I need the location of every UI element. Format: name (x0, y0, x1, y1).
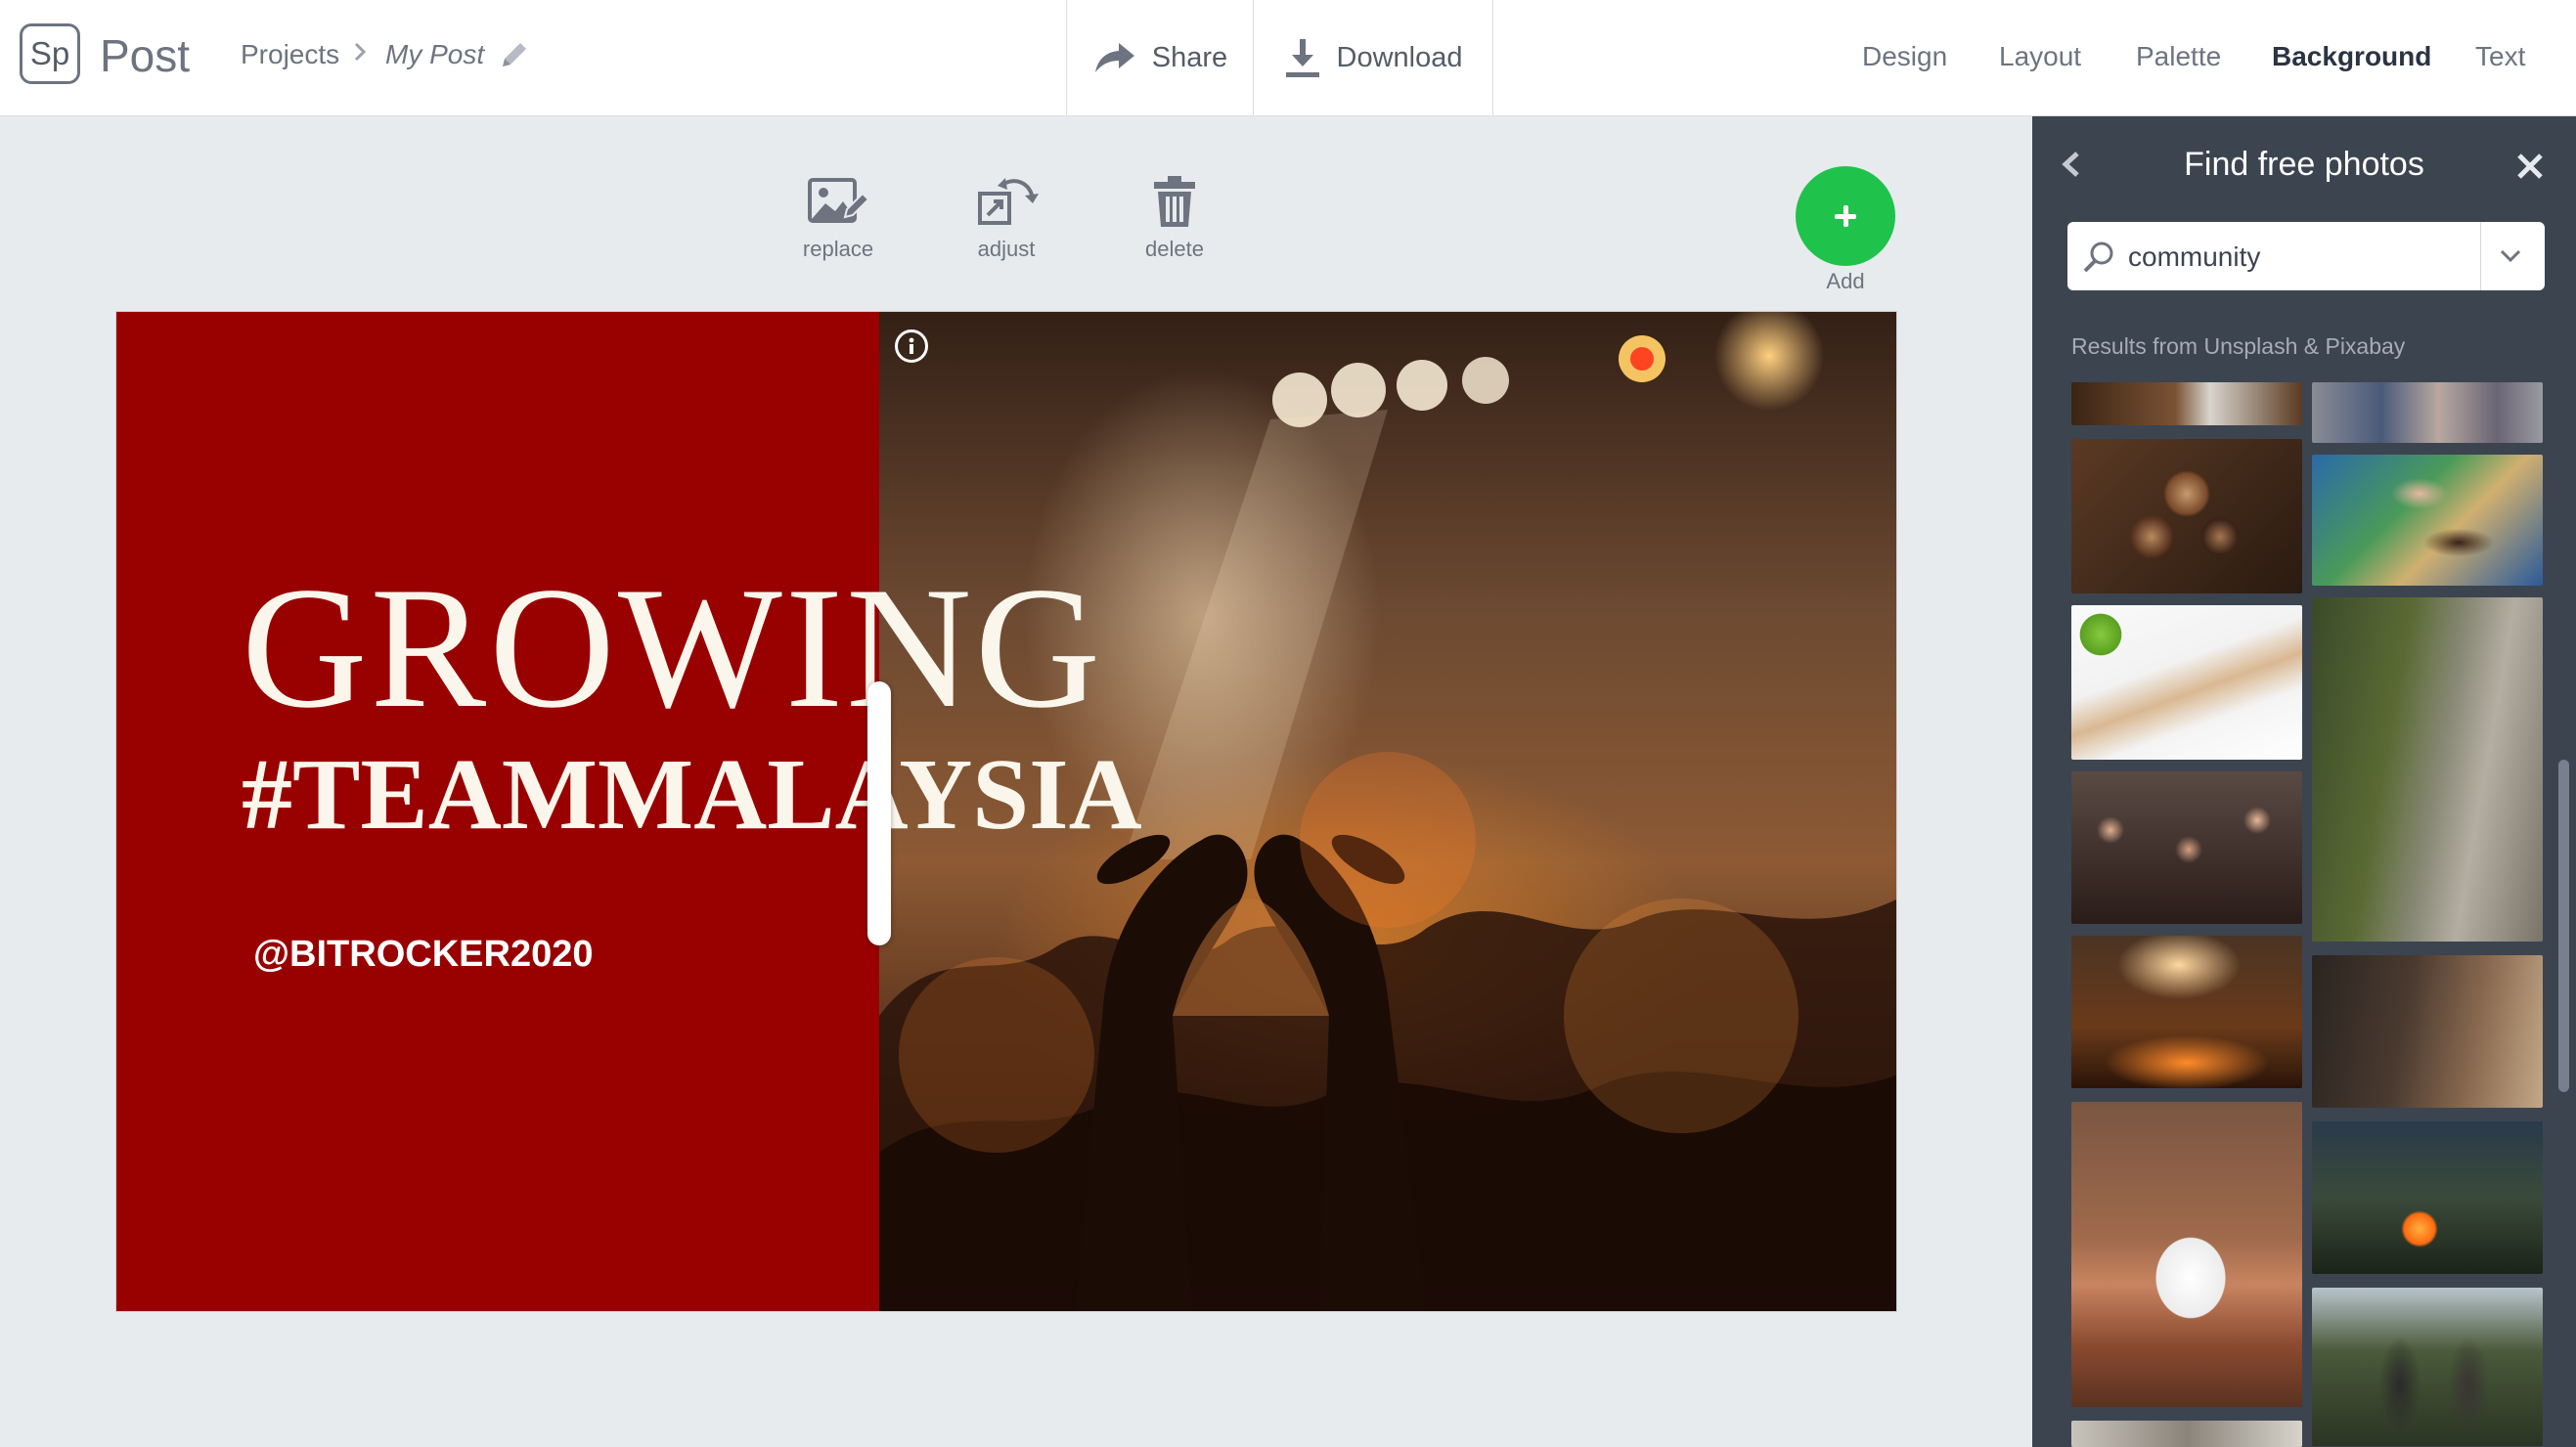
search-icon (2083, 241, 2113, 273)
coffee-cups-photo[interactable] (2071, 439, 2302, 593)
panel-title: Find free photos (2184, 146, 2424, 183)
share-icon (1094, 43, 1134, 72)
results-source-label: Results from Unsplash & Pixabay (2071, 333, 2406, 359)
concert-crowd-photo[interactable] (2071, 771, 2302, 924)
info-glyph (909, 337, 914, 354)
tab-palette[interactable]: Palette (2136, 41, 2221, 72)
download-icon (1285, 39, 1319, 77)
tab-background[interactable]: Background (2272, 41, 2431, 72)
adjust-label: adjust (977, 237, 1036, 261)
breadcrumb-projects[interactable]: Projects (241, 39, 339, 70)
search-divider (2480, 222, 2481, 290)
panel-scrollbar[interactable] (2558, 760, 2569, 1092)
tab-layout[interactable]: Layout (1999, 41, 2081, 72)
breadcrumb-current[interactable]: My Post (385, 39, 484, 70)
photo-search-input[interactable] (2126, 234, 2453, 281)
partial-photo[interactable] (2071, 1421, 2302, 1447)
find-photos-panel: Find free photos Results from Unsplash &… (2032, 116, 2576, 1447)
hands-map-photo[interactable] (2312, 455, 2543, 586)
subheadline-text[interactable]: #TEAMMALAYSIA (242, 736, 1142, 853)
share-label: Share (1151, 41, 1228, 73)
replace-icon (808, 178, 870, 223)
split-resize-handle[interactable] (867, 681, 891, 945)
replace-label: replace (802, 237, 874, 261)
adjust-icon (978, 178, 1039, 225)
trash-icon (1154, 176, 1195, 227)
breadcrumb-chevron-icon (354, 42, 367, 62)
close-icon[interactable] (2515, 152, 2545, 181)
delete-label: delete (1145, 237, 1204, 261)
add-label: Add (1826, 269, 1865, 293)
meeting-table-photo[interactable] (2312, 955, 2543, 1108)
phone-apple-photo[interactable] (2071, 605, 2302, 760)
social-handle-text[interactable]: @BITROCKER2020 (253, 934, 593, 976)
pencil-icon[interactable] (497, 37, 532, 72)
cliff-climbers-photo[interactable] (2312, 597, 2543, 942)
download-label: Download (1336, 41, 1463, 73)
adjust-button[interactable]: adjust (953, 174, 1060, 262)
app-name: Post (100, 30, 191, 81)
delete-button[interactable]: delete (1121, 174, 1228, 262)
friends-forest-photo[interactable] (2312, 1288, 2543, 1446)
top-bar: Sp Post Projects My Post Share Download … (0, 0, 2576, 116)
download-button[interactable]: Download (1253, 0, 1493, 115)
campfire-photo[interactable] (2312, 1121, 2543, 1274)
photo-search-box (2067, 222, 2545, 290)
tab-text[interactable]: Text (2475, 41, 2525, 72)
post-canvas[interactable]: GROWING #TEAMMALAYSIA @BITROCKER2020 (115, 311, 1897, 1312)
info-icon[interactable] (895, 329, 928, 363)
share-button[interactable]: Share (1066, 0, 1254, 115)
add-button[interactable] (1796, 166, 1895, 266)
crowd-street-photo[interactable] (2312, 382, 2543, 443)
app-logo[interactable]: Sp (20, 23, 80, 84)
headline-text[interactable]: GROWING (242, 547, 1103, 748)
wood-table-photo[interactable] (2071, 382, 2302, 425)
tab-design[interactable]: Design (1862, 41, 1947, 72)
dropdown-chevron-icon[interactable] (2498, 245, 2523, 267)
coffee-mug-photo[interactable] (2071, 1102, 2302, 1407)
concert-hearts-photo[interactable] (2071, 936, 2302, 1088)
replace-button[interactable]: replace (784, 174, 892, 262)
